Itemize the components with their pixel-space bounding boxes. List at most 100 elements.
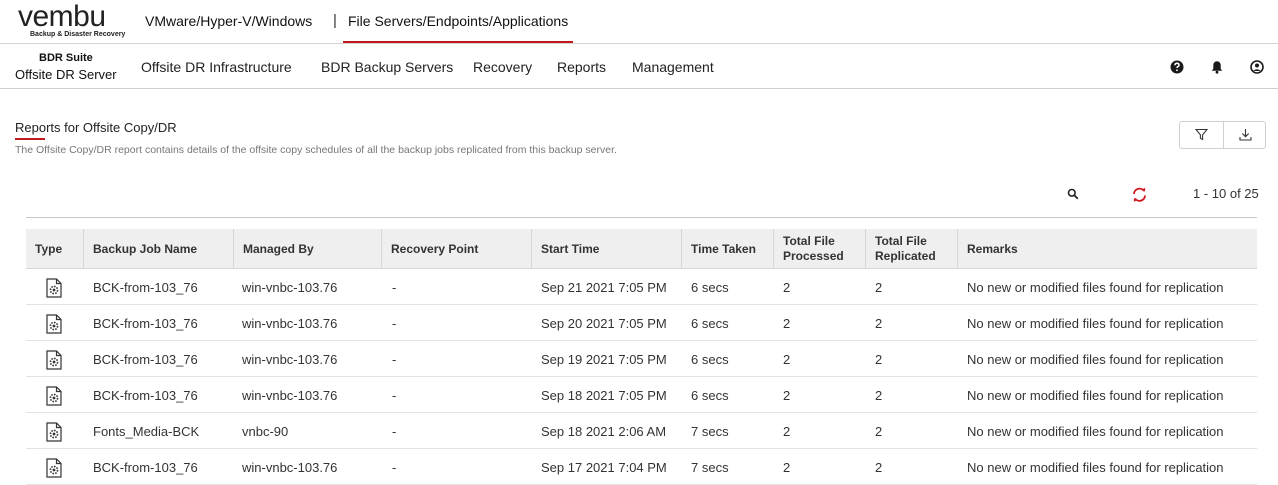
column-header-total-file-replicated[interactable]: Total File Replicated xyxy=(866,229,958,269)
start-time-cell: Sep 17 2021 7:04 PM xyxy=(541,459,667,475)
user-icon[interactable] xyxy=(1250,60,1264,74)
file-settings-icon xyxy=(46,278,62,298)
file-settings-icon xyxy=(46,350,62,370)
filter-icon xyxy=(1195,128,1208,141)
column-header-remarks[interactable]: Remarks xyxy=(958,229,1257,269)
title-accent xyxy=(15,138,45,140)
column-header-backup-job-name[interactable]: Backup Job Name xyxy=(84,229,234,269)
product-name: BDR Suite xyxy=(39,52,93,64)
backup-job-name-cell: Fonts_Media-BCK xyxy=(93,423,200,439)
start-time-cell: Sep 20 2021 7:05 PM xyxy=(541,315,667,331)
remarks-cell: No new or modified files found for repli… xyxy=(967,423,1224,439)
start-time-cell: Sep 18 2021 2:06 AM xyxy=(541,423,667,439)
time-taken-cell: 7 secs xyxy=(691,423,729,439)
recovery-point-cell: - xyxy=(392,387,397,403)
remarks-cell: No new or modified files found for repli… xyxy=(967,459,1224,475)
table-row[interactable]: Fonts_Media-BCK vnbc-90 - Sep 18 2021 2:06 … xyxy=(26,413,1257,449)
pagination-info: 1 - 10 of 25 xyxy=(1193,186,1259,201)
toolbar-divider-line xyxy=(26,217,1257,218)
table-row[interactable]: BCK-from-103_76 win-vnbc-103.76 - Sep 18 20… xyxy=(26,377,1257,413)
table-row[interactable]: BCK-from-103_76 win-vnbc-103.76 - Sep 19 20… xyxy=(26,341,1257,377)
time-taken-cell: 6 secs xyxy=(691,387,729,403)
file-settings-icon xyxy=(46,386,62,406)
managed-by-cell: win-vnbc-103.76 xyxy=(242,387,338,403)
nav-item-offsite-dr-infrastructure[interactable]: Offsite DR Infrastructure xyxy=(141,59,292,75)
download-button[interactable] xyxy=(1224,122,1267,148)
main-nav-bar: BDR Suite Offsite DR Server Offsite DR I… xyxy=(0,44,1278,89)
column-header-start-time[interactable]: Start Time xyxy=(532,229,682,269)
managed-by-cell: win-vnbc-103.76 xyxy=(242,315,338,331)
top-bar: vembu Backup & Disaster Recovery VMware/… xyxy=(0,0,1278,44)
total-file-processed-cell: 2 xyxy=(783,315,791,331)
backup-job-name-cell: BCK-from-103_76 xyxy=(93,459,198,475)
start-time-cell: Sep 21 2021 7:05 PM xyxy=(541,279,667,295)
total-file-processed-cell: 2 xyxy=(783,279,791,295)
total-file-processed-cell: 2 xyxy=(783,459,791,475)
total-file-replicated-cell: 2 xyxy=(875,423,883,439)
remarks-cell: No new or modified files found for repli… xyxy=(967,387,1224,403)
tab-separator: | xyxy=(333,12,337,29)
start-time-cell: Sep 18 2021 7:05 PM xyxy=(541,387,667,403)
file-settings-icon xyxy=(46,314,62,334)
total-file-processed-cell: 2 xyxy=(783,423,791,439)
column-header-time-taken[interactable]: Time Taken xyxy=(682,229,774,269)
total-file-replicated-cell: 2 xyxy=(875,459,883,475)
logo-tagline: Backup & Disaster Recovery xyxy=(30,31,126,38)
remarks-cell: No new or modified files found for repli… xyxy=(967,279,1224,295)
tab-file-servers-endpoints-applications[interactable]: File Servers/Endpoints/Applications xyxy=(348,13,568,29)
managed-by-cell: win-vnbc-103.76 xyxy=(242,351,338,367)
recovery-point-cell: - xyxy=(392,423,397,439)
report-toolbar xyxy=(1179,121,1266,149)
file-settings-icon xyxy=(46,422,62,442)
column-header-type[interactable]: Type xyxy=(26,229,84,269)
managed-by-cell: win-vnbc-103.76 xyxy=(242,279,338,295)
refresh-icon[interactable] xyxy=(1131,186,1148,203)
bell-icon[interactable] xyxy=(1210,60,1224,74)
search-icon[interactable] xyxy=(1067,188,1079,200)
recovery-point-cell: - xyxy=(392,351,397,367)
recovery-point-cell: - xyxy=(392,315,397,331)
remarks-cell: No new or modified files found for repli… xyxy=(967,351,1224,367)
time-taken-cell: 6 secs xyxy=(691,351,729,367)
column-header-managed-by[interactable]: Managed By xyxy=(234,229,382,269)
total-file-replicated-cell: 2 xyxy=(875,387,883,403)
tab-vmware-hyperv-windows[interactable]: VMware/Hyper-V/Windows xyxy=(145,13,312,29)
table-row[interactable]: BCK-from-103_76 win-vnbc-103.76 - Sep 20 20… xyxy=(26,305,1257,341)
remarks-cell: No new or modified files found for repli… xyxy=(967,315,1224,331)
backup-job-name-cell: BCK-from-103_76 xyxy=(93,315,198,331)
total-file-replicated-cell: 2 xyxy=(875,279,883,295)
backup-job-name-cell: BCK-from-103_76 xyxy=(93,351,198,367)
time-taken-cell: 6 secs xyxy=(691,279,729,295)
time-taken-cell: 6 secs xyxy=(691,315,729,331)
backup-job-name-cell: BCK-from-103_76 xyxy=(93,279,198,295)
help-icon[interactable] xyxy=(1170,60,1184,74)
column-header-recovery-point[interactable]: Recovery Point xyxy=(382,229,532,269)
vembu-logo[interactable]: vembu Backup & Disaster Recovery xyxy=(18,0,125,40)
start-time-cell: Sep 19 2021 7:05 PM xyxy=(541,351,667,367)
recovery-point-cell: - xyxy=(392,279,397,295)
server-name: Offsite DR Server xyxy=(15,67,117,82)
total-file-replicated-cell: 2 xyxy=(875,315,883,331)
nav-item-management[interactable]: Management xyxy=(632,59,714,75)
recovery-point-cell: - xyxy=(392,459,397,475)
page-description: The Offsite Copy/DR report contains deta… xyxy=(15,144,617,156)
table-header: Type Backup Job Name Managed By Recovery… xyxy=(26,229,1257,269)
time-taken-cell: 7 secs xyxy=(691,459,729,475)
file-settings-icon xyxy=(46,458,62,478)
total-file-processed-cell: 2 xyxy=(783,351,791,367)
active-tab-indicator xyxy=(343,41,573,43)
logo-wordmark: vembu xyxy=(18,0,106,33)
nav-item-bdr-backup-servers[interactable]: BDR Backup Servers xyxy=(321,59,453,75)
nav-item-recovery[interactable]: Recovery xyxy=(473,59,532,75)
total-file-replicated-cell: 2 xyxy=(875,351,883,367)
total-file-processed-cell: 2 xyxy=(783,387,791,403)
table-row[interactable]: BCK-from-103_76 win-vnbc-103.76 - Sep 17 20… xyxy=(26,449,1257,485)
managed-by-cell: win-vnbc-103.76 xyxy=(242,459,338,475)
table-row[interactable]: BCK-from-103_76 win-vnbc-103.76 - Sep 21 20… xyxy=(26,269,1257,305)
page-title: Reports for Offsite Copy/DR xyxy=(15,120,177,135)
nav-item-reports[interactable]: Reports xyxy=(557,59,606,75)
column-header-total-file-processed[interactable]: Total File Processed xyxy=(774,229,866,269)
filter-button[interactable] xyxy=(1180,122,1223,148)
download-icon xyxy=(1239,129,1252,141)
backup-job-name-cell: BCK-from-103_76 xyxy=(93,387,198,403)
